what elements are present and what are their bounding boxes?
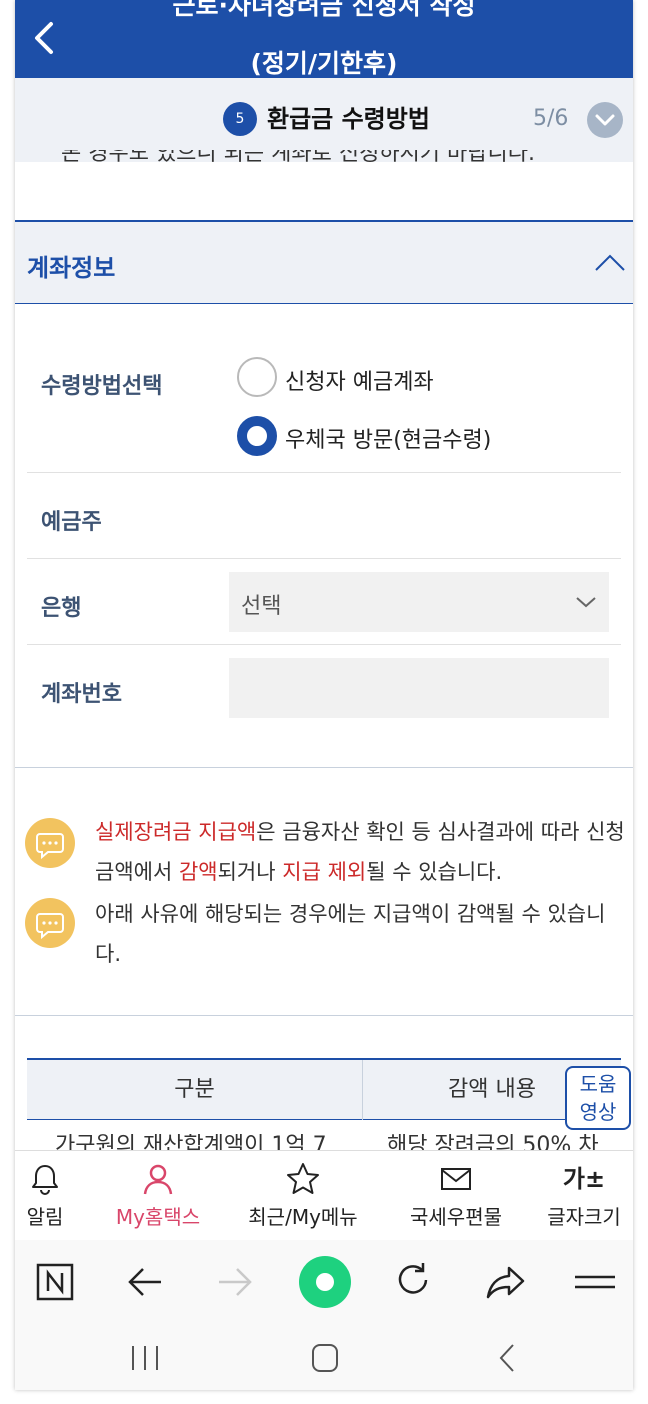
tab-label: 글자크기 — [547, 1205, 621, 1229]
account-number-label: 계좌번호 — [41, 682, 122, 707]
recent-apps-button[interactable] — [125, 1342, 165, 1374]
home-button[interactable] — [305, 1342, 345, 1374]
row-divider — [27, 558, 621, 559]
help-video-label-line2: 영상 — [579, 1100, 617, 1124]
naver-home-button[interactable] — [31, 1258, 79, 1306]
hamburger-icon — [575, 1275, 615, 1289]
radio-post-office-label[interactable]: 우체국 방문(현금수령) — [285, 422, 491, 454]
browser-menu-button[interactable] — [571, 1258, 619, 1306]
browser-forward-button[interactable] — [211, 1258, 259, 1306]
app-header: 근로·자녀장려금 신청서 작성 (정기/기한후) — [15, 0, 633, 78]
bell-icon — [32, 1165, 58, 1195]
help-video-button[interactable]: 도움 영상 — [565, 1066, 631, 1130]
chevron-down-icon — [576, 597, 596, 608]
recent-apps-icon — [132, 1346, 158, 1370]
back-button[interactable] — [27, 18, 61, 58]
refresh-icon — [398, 1263, 428, 1294]
browser-toolbar — [15, 1240, 633, 1324]
person-icon — [143, 1164, 173, 1195]
arrow-left-icon — [128, 1268, 161, 1296]
tab-tax-mail[interactable]: 국세우편물 — [401, 1151, 511, 1241]
section-title: 계좌정보 — [27, 254, 116, 282]
row-divider — [27, 644, 621, 645]
tab-label: 알림 — [26, 1205, 64, 1229]
chevron-left-icon — [35, 22, 53, 54]
method-label: 수령방법선택 — [41, 374, 163, 399]
section-divider — [15, 767, 633, 768]
section-divider — [15, 1015, 633, 1016]
app-frame: 근로·자녀장려금 신청서 작성 (정기/기한후) 5 환급금 수령방법 5/6 … — [15, 0, 633, 1390]
step-expand-button[interactable] — [587, 102, 623, 138]
arrow-right-icon — [219, 1268, 252, 1296]
bank-select[interactable]: 선택 — [229, 572, 609, 632]
help-video-label-line1: 도움 — [579, 1072, 617, 1096]
bank-select-value: 선택 — [241, 594, 282, 619]
system-back-button[interactable] — [487, 1342, 527, 1374]
step-counter: 5/6 — [533, 106, 569, 131]
radio-deposit-account[interactable] — [237, 357, 277, 397]
notice-reduction-text: 아래 사유에 해당되는 경우에는 지급액이 감액될 수 있습니다. — [95, 902, 606, 966]
table-cell-partial: 가구원의 재산합계액이 1억 7 — [55, 1134, 327, 1150]
star-icon — [287, 1163, 319, 1194]
font-size-icon: 가± — [562, 1165, 606, 1193]
message-icon — [25, 818, 75, 868]
naver-n-icon — [36, 1263, 74, 1301]
message-icon — [25, 898, 75, 948]
chevron-down-icon — [595, 114, 615, 126]
chevron-up-icon[interactable] — [593, 250, 627, 274]
step-title: 환급금 수령방법 — [267, 105, 430, 133]
browser-green-dot-button[interactable] — [297, 1254, 353, 1310]
radio-post-office[interactable] — [237, 416, 277, 456]
green-dot-icon — [299, 1256, 351, 1308]
account-number-input[interactable] — [229, 658, 609, 718]
tab-recent-menu[interactable]: 최근/My메뉴 — [243, 1151, 363, 1241]
reduction-table-header: 구분 감액 내용 — [27, 1058, 621, 1120]
tab-my-hometax[interactable]: My홈택스 — [103, 1151, 213, 1241]
mail-icon — [441, 1168, 471, 1190]
system-navigation-bar — [15, 1324, 633, 1390]
table-header-category: 구분 — [27, 1060, 363, 1120]
browser-refresh-button[interactable] — [389, 1258, 437, 1306]
tab-label: 최근/My메뉴 — [248, 1205, 358, 1229]
page-subtitle: (정기/기한후) — [250, 49, 398, 78]
browser-share-button[interactable] — [481, 1258, 529, 1306]
tab-label: My홈택스 — [115, 1205, 201, 1229]
scrolled-notice-text: 본 경우도 있으니 되는 계좌로 신청하시기 바랍니다. — [61, 150, 535, 166]
step-number-badge: 5 — [223, 102, 257, 136]
home-square-icon — [312, 1344, 338, 1372]
row-divider — [27, 472, 621, 473]
bank-label: 은행 — [41, 596, 82, 621]
share-arrow-icon — [486, 1266, 525, 1299]
notice-amount-text: 실제장려금 지급액은 금융자산 확인 등 심사결과에 따라 신청금액에서 감액되… — [95, 820, 625, 884]
chevron-left-icon — [499, 1344, 514, 1372]
account-info-section-header[interactable]: 계좌정보 — [15, 220, 633, 304]
browser-back-button[interactable] — [121, 1258, 169, 1306]
bottom-tab-bar: 알림 My홈택스 최근/My메뉴 국세우편물 가± 글자크기 — [15, 1150, 633, 1240]
tab-notifications[interactable]: 알림 — [15, 1151, 75, 1241]
page-title: 근로·자녀장려금 신청서 작성 — [172, 0, 476, 20]
holder-label: 예금주 — [41, 510, 102, 535]
tab-label: 국세우편물 — [410, 1205, 502, 1229]
radio-deposit-account-label[interactable]: 신청자 예금계좌 — [285, 364, 434, 396]
table-cell-partial: 해당 장려금의 50% 차 — [387, 1134, 599, 1150]
tab-font-size[interactable]: 가± 글자크기 — [539, 1151, 629, 1241]
